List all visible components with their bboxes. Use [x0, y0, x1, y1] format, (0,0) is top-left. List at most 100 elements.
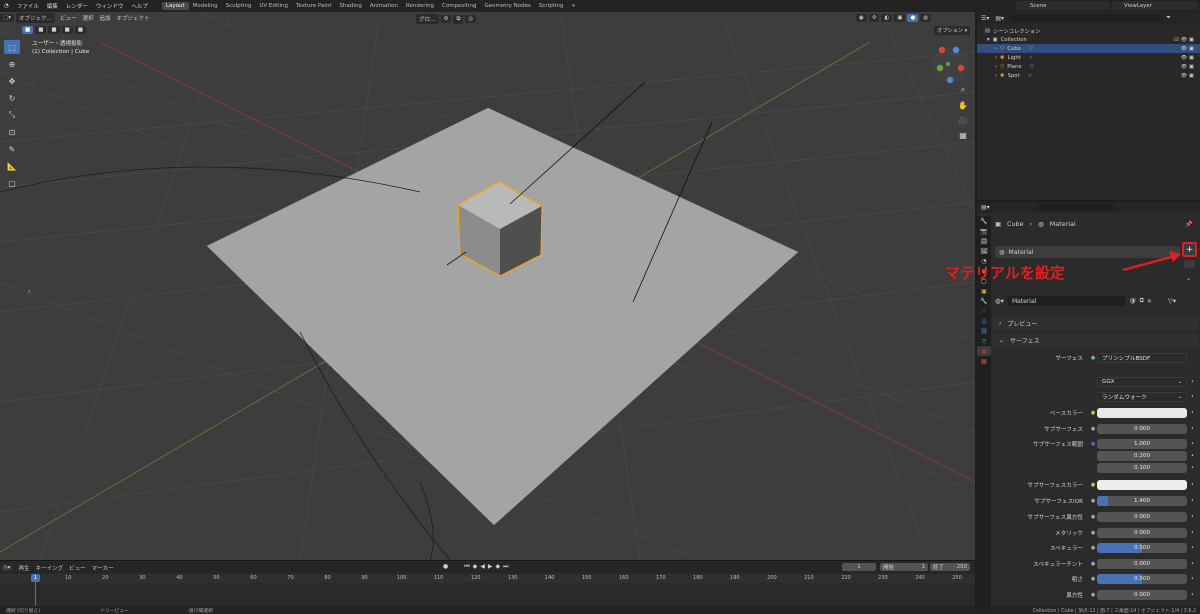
tab-animation[interactable]: Animation	[366, 2, 402, 10]
playhead-frame-label[interactable]: 1	[31, 574, 40, 582]
expand-arrow-icon[interactable]: ›	[995, 55, 997, 61]
socket-dot-icon[interactable]: ●	[1089, 544, 1097, 552]
material-link-icon[interactable]: ▽▾	[1168, 297, 1176, 305]
gizmo-x-icon[interactable]	[938, 46, 946, 54]
numeric-slider[interactable]: 0.500	[1097, 573, 1187, 584]
visibility-toggles[interactable]: 👁 ▣	[1181, 64, 1194, 70]
select-subtract-icon[interactable]: ■	[48, 26, 60, 34]
color-swatch[interactable]	[1097, 479, 1187, 490]
camera-view-icon[interactable]: 🎥	[956, 114, 970, 126]
menu-render[interactable]: レンダー	[62, 2, 92, 10]
view-layer-tab-icon[interactable]: 🖼	[977, 246, 991, 256]
outliner-scene-collection[interactable]: ▤ シーンコレクション	[977, 26, 1200, 35]
subsurface-method-dropdown[interactable]: ランダムウォーク ⌄	[1097, 391, 1187, 402]
tab-sculpting[interactable]: Sculpting	[222, 2, 256, 10]
material-tab-icon[interactable]: ◍	[977, 346, 991, 356]
filter-icon[interactable]: ⏷	[1166, 14, 1171, 22]
pin-icon[interactable]: 📌	[1185, 221, 1192, 228]
distribution-dropdown[interactable]: GGX ⌄	[1097, 376, 1187, 387]
select-invert-icon[interactable]: ■	[61, 26, 73, 34]
visibility-toggles[interactable]: 👁 ▣	[1181, 73, 1194, 79]
menu-timeline-view[interactable]: ビュー	[66, 564, 89, 572]
numeric-slider[interactable]: 1.400	[1097, 495, 1187, 506]
pan-hand-icon[interactable]: ✋	[956, 99, 970, 111]
outliner-collection[interactable]: ▾ ▣ Collection ☑ 👁 ▣	[977, 35, 1200, 44]
numeric-slider[interactable]: 1.000	[1097, 438, 1187, 449]
socket-dot-icon[interactable]: ●	[1089, 409, 1097, 417]
select-intersect-icon[interactable]: ■	[74, 26, 87, 34]
expand-arrow-icon[interactable]: ›	[995, 46, 997, 52]
unlink-material-icon[interactable]: ✕	[1147, 298, 1152, 305]
keyframe-dot-icon[interactable]: •	[1191, 576, 1194, 582]
play-reverse-icon[interactable]: ◀	[480, 563, 485, 571]
keyframe-dot-icon[interactable]: •	[1191, 498, 1194, 504]
visibility-toggles[interactable]: 👁 ▣	[1181, 55, 1194, 61]
jump-start-icon[interactable]: ⏮	[464, 563, 469, 571]
socket-dot-icon[interactable]: ●	[1089, 560, 1097, 568]
menu-object[interactable]: オブジェクト	[114, 14, 153, 22]
output-tab-icon[interactable]: 🖨	[977, 236, 991, 246]
tab-shading[interactable]: Shading	[336, 2, 366, 10]
tab-texture-paint[interactable]: Texture Paint	[292, 2, 336, 10]
keyframe-dot-icon[interactable]: •	[1191, 394, 1194, 400]
outliner-item-spot[interactable]: › ✺ Spot ✧ 👁 ▣	[977, 71, 1200, 80]
frame-ruler[interactable]: 1102030405060708090100110120130140150160…	[0, 574, 975, 583]
tab-geometry-nodes[interactable]: Geometry Nodes	[480, 2, 534, 10]
expand-arrow-icon[interactable]: ›	[995, 64, 997, 70]
keyframe-dot-icon[interactable]: •	[1191, 441, 1194, 447]
prev-key-icon[interactable]: ◆	[473, 563, 478, 571]
move-tool-icon[interactable]: ✥	[4, 74, 20, 88]
texture-tab-icon[interactable]: ▦	[977, 356, 991, 366]
record-icon[interactable]: ●	[443, 563, 448, 571]
menu-window[interactable]: ウィンドウ	[92, 2, 128, 10]
select-new-icon[interactable]: ■	[22, 26, 34, 34]
rotate-tool-icon[interactable]: ↻	[4, 91, 20, 105]
timeline-editor-type-icon[interactable]: ◷▾	[0, 563, 14, 572]
proportional-icon[interactable]: ◎	[465, 15, 477, 23]
visibility-toggles[interactable]: ☑ 👁 ▣	[1174, 37, 1194, 43]
mode-selector[interactable]: オブジェク…	[15, 13, 55, 23]
keyframe-dot-icon[interactable]: •	[1191, 465, 1194, 471]
socket-dot-icon[interactable]: ●	[1089, 513, 1097, 521]
keyframe-dot-icon[interactable]: •	[1191, 592, 1194, 598]
visibility-toggles[interactable]: 👁 ▣	[1181, 46, 1194, 52]
numeric-slider[interactable]: 0.000	[1097, 511, 1187, 522]
transform-tool-icon[interactable]: ⊡	[4, 125, 20, 139]
browse-material-icon[interactable]: ◍▾	[995, 297, 1004, 305]
surface-panel-header[interactable]: ⌄ サーフェス	[993, 333, 1198, 347]
measure-tool-icon[interactable]: 📐	[4, 159, 20, 173]
numeric-slider[interactable]: 0.200	[1097, 450, 1187, 461]
particles-tab-icon[interactable]: ⁘	[977, 306, 991, 316]
display-mode-icon[interactable]: ▤▾	[995, 15, 1004, 22]
socket-dot-icon[interactable]	[1089, 452, 1097, 460]
numeric-slider[interactable]: 0.000	[1097, 527, 1187, 538]
numeric-slider[interactable]: 0.500	[1097, 542, 1187, 553]
keyframe-dot-icon[interactable]: •	[1191, 379, 1194, 385]
end-frame-field[interactable]: 終了 250	[930, 563, 970, 571]
socket-dot-icon[interactable]: ●	[1089, 425, 1097, 433]
keyframe-dot-icon[interactable]: •	[1191, 530, 1194, 536]
socket-dot-icon[interactable]	[1089, 464, 1097, 472]
slot-specials-icon[interactable]: ⌄	[1186, 275, 1191, 282]
scene-selector[interactable]: Scene	[1016, 1, 1110, 10]
properties-search-input[interactable]	[1037, 204, 1115, 211]
menu-help[interactable]: ヘルプ	[127, 2, 152, 10]
xray-icon[interactable]: ▣	[894, 14, 906, 22]
material-name-field[interactable]: Material	[1007, 296, 1126, 306]
cursor-tool-icon[interactable]: ⊕	[4, 57, 20, 71]
outliner-item-cube[interactable]: › ▽ Cube ▽ 👁 ▣	[977, 44, 1200, 53]
sidebar-toggle-icon[interactable]: ‹	[28, 288, 30, 295]
socket-dot-icon[interactable]: ●	[1089, 481, 1097, 489]
duplicate-material-icon[interactable]: ⧉	[1140, 297, 1144, 305]
numeric-slider[interactable]: 0.100	[1097, 462, 1187, 473]
keyframe-dot-icon[interactable]: •	[1191, 561, 1194, 567]
socket-dot-icon[interactable]: ●	[1089, 575, 1097, 583]
gizmo-y-icon[interactable]	[936, 64, 944, 72]
keyframe-dot-icon[interactable]: •	[1191, 410, 1194, 416]
pivot-icon[interactable]: ⚙	[440, 15, 452, 23]
numeric-slider[interactable]: 0.000	[1097, 423, 1187, 434]
physics-tab-icon[interactable]: ◎	[977, 316, 991, 326]
remove-material-slot-button[interactable]	[1184, 260, 1195, 268]
keyframe-dot-icon[interactable]: •	[1191, 545, 1194, 551]
add-workspace-button[interactable]: +	[567, 2, 580, 10]
